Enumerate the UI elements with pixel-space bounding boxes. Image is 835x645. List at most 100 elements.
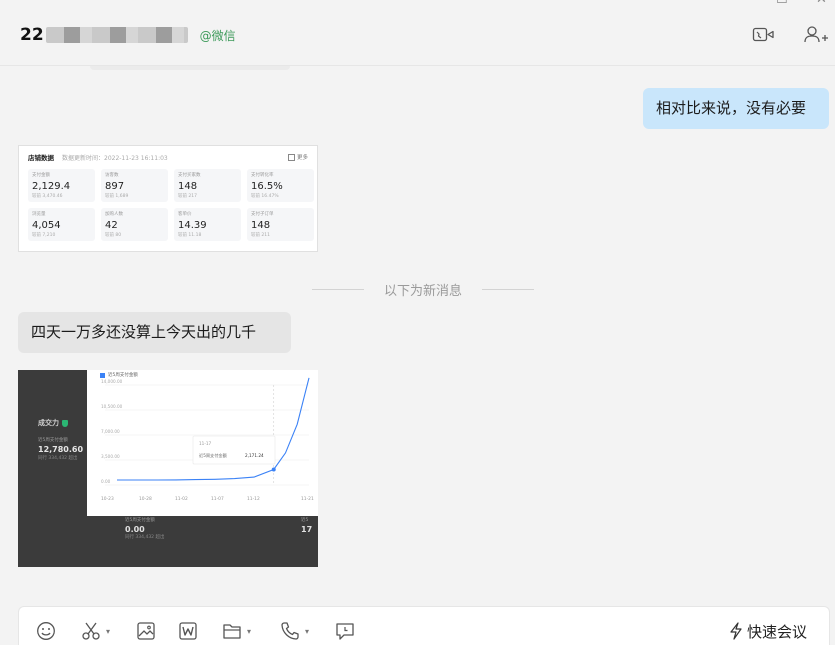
stat-value: 42 xyxy=(105,220,118,231)
emoji-icon xyxy=(37,622,55,640)
quick-meeting-button[interactable]: 快速会议 xyxy=(728,620,807,642)
stat-value: 4,054 xyxy=(32,220,61,231)
stat-card: 支付转化率 16.5% 较前 16.47% xyxy=(247,169,314,202)
x-tick-label: 11-21 xyxy=(301,496,314,502)
previous-message-edge xyxy=(90,66,290,70)
stat-sub: 较前 1,689 xyxy=(105,194,129,199)
stat-sub: 较前 16.47% xyxy=(251,194,279,199)
stat-sub: 较前 80 xyxy=(105,233,122,238)
x-tick-label: 10-23 xyxy=(101,496,114,502)
redacted-name xyxy=(45,27,188,43)
stat-label: 加购人数 xyxy=(105,212,123,217)
image-message-chart[interactable]: 成交力 近5周支付金额 12,780.60 同行 334,432 超出 近5周支… xyxy=(18,370,318,567)
quick-meeting-label: 快速会议 xyxy=(747,622,808,641)
expand-icon xyxy=(287,153,295,161)
dashboard-header: 店铺数据 数据更新时间：2022-11-23 16:11:03 更多 xyxy=(28,151,308,163)
x-tick-label: 11-07 xyxy=(211,496,224,502)
bottom-value-2: 17 xyxy=(301,525,313,534)
y-tick-label: 7,000.00 xyxy=(101,429,120,434)
bottom-label-2: 近5 xyxy=(301,518,309,523)
chevron-down-icon: ▾ xyxy=(106,626,111,636)
stat-sub: 较前 217 xyxy=(178,194,198,199)
new-messages-divider: 以下为新消息 xyxy=(312,280,534,299)
close-icon[interactable]: ✕ xyxy=(816,0,827,8)
stat-value: 148 xyxy=(178,181,198,192)
stat-value: 148 xyxy=(251,220,271,231)
dashboard-more: 更多 xyxy=(287,153,308,161)
divider-line xyxy=(481,288,534,290)
emoji-button[interactable] xyxy=(36,620,56,642)
send-image-button[interactable] xyxy=(136,620,156,642)
phone-icon xyxy=(281,622,299,640)
y-tick-label: 0.00 xyxy=(101,479,111,484)
video-call-icon[interactable] xyxy=(752,25,776,45)
input-toolbar: ▾ ▾ ▾ 快速会议 xyxy=(18,606,830,645)
send-file-button[interactable]: ▾ xyxy=(222,620,251,642)
minimize-icon[interactable]: — xyxy=(734,0,747,8)
bottom-sub: 同行 334,432 超出 xyxy=(125,535,165,540)
stat-value: 897 xyxy=(105,181,125,192)
stat-card: 支付子订单 148 较前 211 xyxy=(247,208,314,241)
stat-value: 2,129.4 xyxy=(32,181,71,192)
contact-title[interactable]: 22 @微信 xyxy=(20,24,236,46)
stat-value: 14.39 xyxy=(178,220,207,231)
stat-label: 访客数 xyxy=(105,173,119,178)
voice-call-button[interactable]: ▾ xyxy=(280,620,309,642)
scissors-icon xyxy=(82,622,100,640)
stat-label: 支付子订单 xyxy=(251,212,274,217)
image-message-dashboard[interactable]: 店铺数据 数据更新时间：2022-11-23 16:11:03 更多 支付金额 2… xyxy=(18,145,318,252)
stat-sub: 较前 3,470.46 xyxy=(32,194,63,199)
x-tick-label: 11-02 xyxy=(175,496,188,502)
word-doc-icon xyxy=(179,622,197,640)
tooltip-date: 11-17 xyxy=(199,441,212,446)
folder-icon xyxy=(223,624,241,639)
dashboard-subtitle: 数据更新时间：2022-11-23 16:11:03 xyxy=(62,154,168,162)
chevron-down-icon: ▾ xyxy=(247,626,252,636)
add-member-icon[interactable] xyxy=(803,25,828,45)
chat-history-icon xyxy=(336,623,354,640)
tooltip-value: 2,171.24 xyxy=(245,453,264,458)
chevron-down-icon: ▾ xyxy=(305,626,310,636)
contact-source: @微信 xyxy=(199,28,236,43)
bottom-value: 0.00 xyxy=(125,525,145,534)
series-line xyxy=(117,377,310,481)
stat-card: 支付买家数 148 较前 217 xyxy=(174,169,241,202)
stat-label: 支付买家数 xyxy=(178,173,201,178)
outgoing-message[interactable]: 相对比来说，没有必要 xyxy=(643,88,829,129)
stat-label: 客单价 xyxy=(178,212,192,217)
stat-card: 客单价 14.39 较前 11.18 xyxy=(174,208,241,241)
send-document-button[interactable] xyxy=(178,620,198,642)
x-tick-label: 11-12 xyxy=(247,496,260,502)
divider-line xyxy=(312,288,364,290)
stat-card: 浏览量 4,054 较前 7,210 xyxy=(28,208,95,241)
shield-icon xyxy=(62,419,68,427)
y-tick-label: 3,500.00 xyxy=(101,454,120,459)
y-tick-label: 10,500.00 xyxy=(101,404,123,409)
stat-card: 支付金额 2,129.4 较前 3,470.46 xyxy=(28,169,95,202)
stat-card: 加购人数 42 较前 80 xyxy=(101,208,168,241)
stat-sub: 较前 11.18 xyxy=(178,233,202,238)
maximize-icon[interactable]: ☐ xyxy=(776,0,788,8)
bottom-label: 近5周支付金额 xyxy=(125,518,155,523)
screenshot-button[interactable]: ▾ xyxy=(81,620,110,642)
stat-card: 访客数 897 较前 1,689 xyxy=(101,169,168,202)
stat-label: 浏览量 xyxy=(32,212,46,217)
stat-label: 支付金额 xyxy=(32,173,50,178)
image-icon xyxy=(137,622,155,640)
y-tick-label: 14,000.00 xyxy=(101,379,123,384)
chat-header: — ☐ ✕ 22 @微信 xyxy=(0,0,835,66)
x-tick-label: 10-28 xyxy=(139,496,152,502)
side-value: 12,780.60 xyxy=(38,445,84,454)
contact-name: 22 xyxy=(20,25,44,45)
side-sub: 同行 334,432 超出 xyxy=(38,456,78,461)
chat-history-button[interactable] xyxy=(335,620,355,642)
stat-sub: 较前 211 xyxy=(251,233,271,238)
stat-value: 16.5% xyxy=(251,181,283,192)
incoming-message[interactable]: 四天一万多还没算上今天出的几千 xyxy=(18,312,291,353)
dashboard-stats: 支付金额 2,129.4 较前 3,470.46 访客数 897 较前 1,689 支付… xyxy=(28,169,314,241)
dashboard-more-label: 更多 xyxy=(296,155,308,161)
line-chart: 14,000.00 10,500.00 7,000.00 3,500.00 0.00 10… xyxy=(101,377,314,502)
lightning-icon xyxy=(730,622,742,640)
side-title-text: 成交力 xyxy=(38,419,59,427)
line-chart-card: 近5周支付金额 14,000.00 10,500.00 7,000.00 3,500.… xyxy=(87,370,318,516)
